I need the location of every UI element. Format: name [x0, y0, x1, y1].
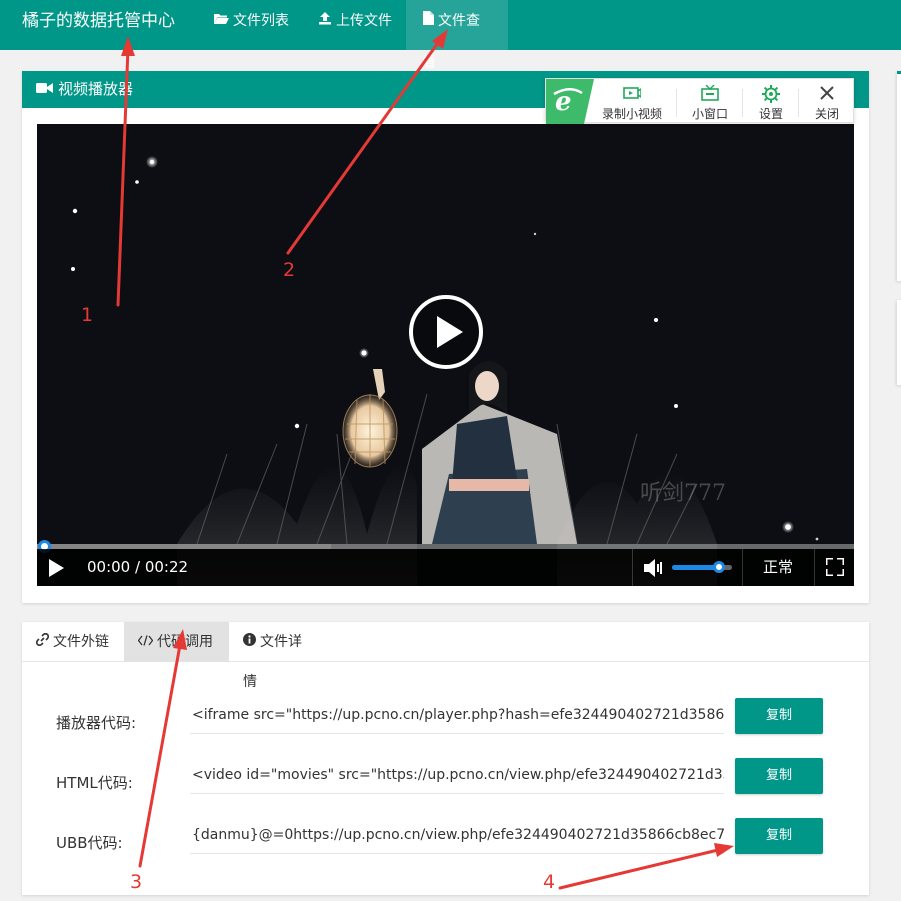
record-video-button[interactable]: 录制小视频 — [597, 79, 667, 124]
nav-item-label: 上传文件 — [336, 13, 392, 29]
play-icon — [49, 559, 64, 577]
mini-window-button[interactable]: 小窗口 — [683, 79, 737, 124]
copy-html-code-button[interactable]: 复制 — [735, 758, 823, 794]
file-icon — [422, 0, 434, 42]
nav-item-file-view[interactable]: 文件查看 — [406, 0, 508, 71]
video-player[interactable]: 听剑777 00:00 / 00:22 正常 — [37, 124, 854, 586]
folder-open-icon — [213, 0, 229, 42]
nav-item-upload[interactable]: 上传文件 — [302, 0, 408, 50]
html-code-field[interactable]: <video id="movies" src="https://up.pcno.… — [190, 758, 724, 794]
ubb-code-label: UBB代码: — [56, 834, 123, 852]
speed-button[interactable]: 正常 — [743, 549, 813, 586]
copy-ubb-code-button[interactable]: 复制 — [735, 818, 823, 854]
ubb-code-field[interactable]: {danmu}@=0https://up.pcno.cn/view.php/ef… — [190, 818, 724, 854]
player-card-title: 视频播放器 — [58, 80, 134, 98]
play-button[interactable] — [47, 559, 65, 581]
volume-slider[interactable] — [672, 561, 732, 573]
toolbar-separator — [742, 89, 743, 117]
code-tabs: 文件外链 代码调用 文件详情 — [22, 622, 869, 690]
settings-label: 设置 — [758, 107, 783, 121]
time-display: 00:00 / 00:22 — [87, 558, 189, 576]
copy-player-code-button[interactable]: 复制 — [735, 698, 823, 734]
control-bar: 00:00 / 00:22 正常 — [37, 549, 854, 586]
code-icon — [137, 622, 154, 662]
close-icon — [820, 86, 834, 100]
mini-window-icon — [701, 85, 719, 101]
top-nav: 橘子的数据托管中心 文件列表 上传文件 文件查看 — [0, 0, 901, 71]
tab-file-details[interactable]: 文件详情 — [229, 622, 329, 690]
side-card-partial — [897, 300, 901, 385]
control-divider — [814, 549, 815, 586]
volume-button[interactable] — [643, 558, 665, 582]
side-card-partial — [897, 71, 901, 281]
browser-logo: e — [546, 79, 594, 124]
code-card: 文件外链 代码调用 文件详情 播放器代码: <iframe src="https… — [22, 622, 869, 895]
settings-button[interactable]: 设置 — [749, 79, 793, 124]
nav-item-label: 文件列表 — [233, 13, 289, 29]
fullscreen-icon — [824, 556, 846, 578]
html-code-label: HTML代码: — [56, 774, 133, 792]
annotation-number-3: 3 — [130, 871, 143, 893]
volume-handle[interactable] — [713, 561, 725, 573]
close-button[interactable]: 关闭 — [804, 79, 850, 124]
tab-file-link[interactable]: 文件外链 — [22, 622, 124, 662]
record-video-label: 录制小视频 — [601, 107, 662, 121]
tab-label: 代码调用 — [157, 634, 213, 650]
big-play-button[interactable] — [408, 294, 484, 370]
gear-icon — [762, 85, 780, 103]
brand-title[interactable]: 橘子的数据托管中心 — [22, 0, 175, 42]
toolbar-separator — [798, 89, 799, 117]
link-icon — [35, 622, 50, 662]
browser-video-toolbar: e 录制小视频 小窗口 设置 关闭 — [545, 78, 854, 124]
annotation-number-4: 4 — [543, 871, 556, 893]
info-icon — [243, 622, 256, 662]
control-divider — [632, 549, 633, 586]
volume-icon — [644, 559, 662, 577]
tab-code-call[interactable]: 代码调用 — [124, 622, 229, 662]
annotation-number-2: 2 — [283, 259, 296, 281]
toolbar-separator — [676, 89, 677, 117]
annotation-number-1: 1 — [81, 304, 94, 326]
mini-window-label: 小窗口 — [691, 107, 728, 121]
video-camera-icon — [36, 71, 53, 108]
close-label: 关闭 — [814, 107, 839, 121]
upload-icon — [318, 0, 332, 42]
video-watermark: 听剑777 — [640, 481, 726, 506]
player-code-label: 播放器代码: — [56, 714, 137, 732]
fullscreen-button[interactable] — [824, 556, 846, 580]
player-code-field[interactable]: <iframe src="https://up.pcno.cn/player.p… — [190, 698, 724, 734]
video-controls: 00:00 / 00:22 正常 — [37, 540, 854, 586]
tab-label: 文件外链 — [53, 634, 109, 650]
record-video-icon — [623, 87, 641, 99]
nav-item-file-list[interactable]: 文件列表 — [197, 0, 305, 50]
